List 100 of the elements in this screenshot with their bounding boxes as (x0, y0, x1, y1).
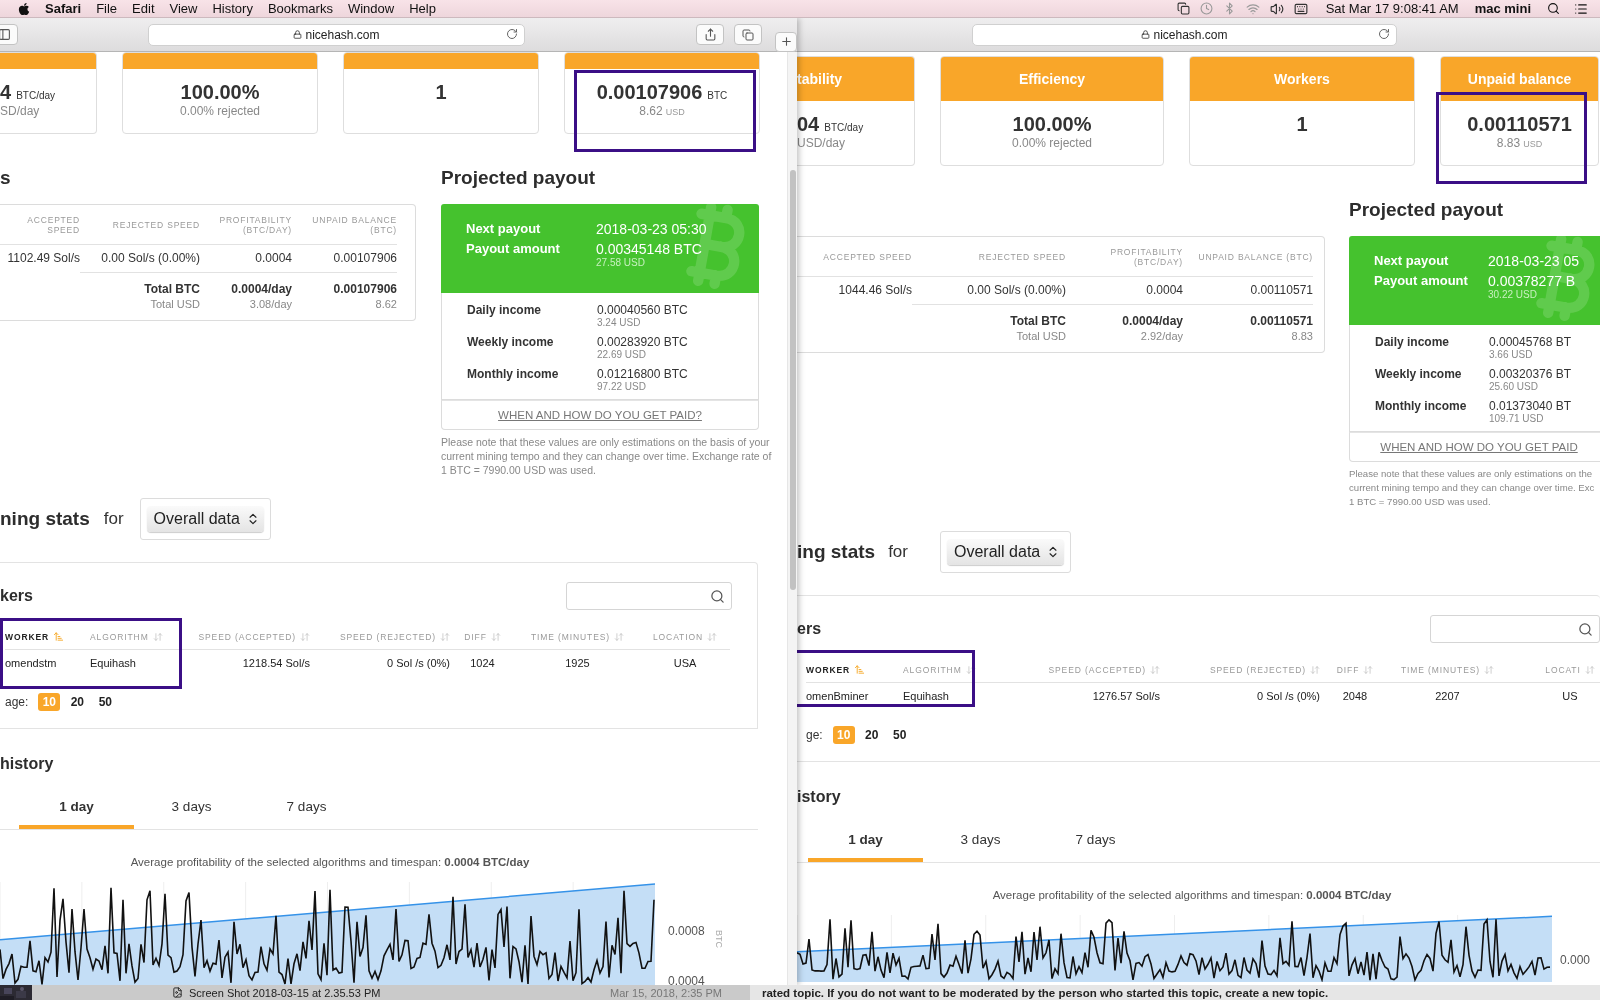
table-cell-text: 0.00110571 (1249, 282, 1313, 299)
payout-value: 2018-03-23 05:30 (596, 221, 708, 237)
page-size-button[interactable]: 50 (94, 693, 117, 711)
income-value: 0.00283920 BTC (597, 335, 689, 349)
table-cell-text: Equihash (903, 689, 950, 704)
volume-icon[interactable] (1269, 1, 1284, 16)
menu-item[interactable]: Bookmarks (267, 0, 333, 18)
axis-tick-label: 0.0008 (668, 924, 705, 938)
table-cell-text: omenBminer (806, 689, 870, 704)
average-text: Average profitability of the selected algorithms and timespan: 0.0004 BTC/day (992, 889, 1392, 901)
axis-tick-label: 0.0004 (668, 974, 705, 985)
reload-icon[interactable] (1378, 27, 1390, 40)
menu-item[interactable]: Edit (132, 0, 155, 18)
menu-item[interactable]: Window (347, 0, 395, 18)
card-subvalue: USD/day (797, 136, 846, 150)
card-title: Efficiency (1018, 71, 1086, 87)
unit-label: BTC (707, 90, 728, 101)
sort-icon (707, 631, 717, 642)
menu-item[interactable]: History (212, 0, 253, 18)
page-size-button[interactable]: 20 (860, 726, 883, 744)
page-size-button[interactable]: 50 (888, 726, 911, 744)
period-tab[interactable]: 7 days (249, 787, 364, 829)
period-tab[interactable]: 3 days (134, 787, 249, 829)
share-button[interactable] (696, 24, 724, 45)
table-cell: 0.0004/day (1066, 304, 1183, 328)
card-title: Unpaid balance (1467, 71, 1572, 87)
card-value: 1 (1296, 113, 1308, 136)
sort-icon (1584, 664, 1595, 675)
period-tab[interactable]: 7 days (1038, 820, 1153, 862)
table-cell-text: 1102.49 Sol/s (6, 250, 80, 267)
column-header: UNPAID BALANCE (BTC) (1183, 237, 1313, 277)
card-value: 100.00% (1012, 113, 1092, 136)
period-tab[interactable]: 1 day (808, 820, 923, 862)
menu-item[interactable]: File (96, 0, 118, 18)
lock-icon (1141, 30, 1151, 39)
user-name[interactable]: mac mini (1474, 1, 1531, 16)
table-cell-text: 2.92/day (1139, 329, 1183, 344)
menubar-clock[interactable]: Sat Mar 17 9:08:41 AM (1325, 1, 1459, 16)
menu-item[interactable]: Help (409, 0, 436, 18)
note-text: Please note that these values are only estimations on the basis of your current mining tempo and they can change over time. Exchange rate of 1 BTC = 7990.00 USD was used. (441, 435, 772, 477)
search-field[interactable] (1430, 615, 1600, 643)
table-cell-text: 1925 (564, 656, 591, 671)
plus-icon (779, 35, 793, 48)
sort-icon (490, 631, 501, 642)
income-label: Monthly income (1375, 399, 1468, 415)
search-icon[interactable] (1547, 2, 1560, 15)
average-text: Average profitability of the selected algorithms and timespan: 0.0004 BTC/day (130, 856, 530, 868)
per-page-label: ge: (806, 728, 823, 742)
file-date: Mar 15, 2018, 2:35 PM (610, 986, 722, 999)
table-cell-text: 0.0004 (254, 250, 292, 267)
table-cell-text: 1218.54 Sol/s (241, 656, 310, 671)
search-field[interactable] (566, 582, 732, 610)
apple-icon[interactable] (17, 1, 31, 16)
for-label: for (103, 509, 124, 529)
period-tab[interactable]: 1 day (19, 787, 134, 829)
lock-icon (293, 30, 303, 39)
menu-list-icon[interactable] (1574, 1, 1588, 16)
new-tab-button[interactable] (775, 31, 797, 52)
card-value: 100.00% (180, 81, 260, 104)
income-value: 0.00045768 BT (1489, 335, 1573, 349)
section-heading: istory (797, 788, 842, 806)
column-header[interactable]: WORKER (5, 624, 90, 650)
menu-item[interactable]: View (169, 0, 198, 18)
app-menu[interactable]: Safari (45, 0, 82, 18)
sidebar-icon (0, 28, 11, 41)
share-icon (703, 28, 717, 41)
sort-icon (614, 631, 625, 642)
unit-label: USD (665, 107, 685, 117)
card-title: tability (797, 71, 843, 87)
column-header: ACCEPTED SPEED (797, 237, 912, 277)
column-header[interactable]: WORKER (806, 657, 903, 683)
sort-icon (53, 631, 65, 642)
table-cell: 0.0004/day (200, 272, 292, 296)
address-bar[interactable]: nicehash.com (148, 23, 525, 46)
keyboard-icon[interactable] (1293, 1, 1308, 16)
address-bar[interactable]: nicehash.com (972, 23, 1397, 46)
table-cell-text: omendstm (5, 656, 58, 671)
column-header: REJECTED SPEED (912, 237, 1066, 277)
search-icon (1578, 621, 1593, 637)
file-name[interactable]: Screen Shot 2018-03-15 at 2.35.53 PM (189, 986, 381, 999)
table-cell-text: 8.62 (374, 297, 397, 312)
income-value: 0.01216800 BTC (597, 367, 689, 381)
table-cell-text: 8.83 (1290, 329, 1313, 344)
card-subvalue: 8.62 (639, 104, 663, 118)
reload-icon[interactable] (506, 27, 518, 40)
sort-icon (440, 631, 450, 642)
payout-usd: 30.22 USD (1488, 289, 1538, 300)
data-select[interactable]: Overall data (946, 539, 1065, 565)
sort-icon (1150, 664, 1160, 675)
scrollbar[interactable] (790, 170, 796, 590)
period-tab[interactable]: 3 days (923, 820, 1038, 862)
income-value: 0.01373040 BT (1489, 399, 1573, 413)
table-cell-text: 0.00 Sol/s (0.00%) (966, 282, 1066, 299)
page-size-button[interactable]: 20 (66, 693, 89, 711)
data-select[interactable]: Overall data (146, 506, 264, 532)
table-cell-text: 0 Sol /s (0%) (1256, 689, 1320, 704)
table-cell-text: 3.08/day (248, 297, 292, 312)
card-subvalue: SD/day (0, 104, 40, 118)
note-text: Please note that these values are only estimations on the current mining tempo and they can change over time. Exc 1 BTC = 7990.00 USD was used. (1349, 467, 1595, 509)
column-header: REJECTED SPEED (80, 205, 200, 245)
